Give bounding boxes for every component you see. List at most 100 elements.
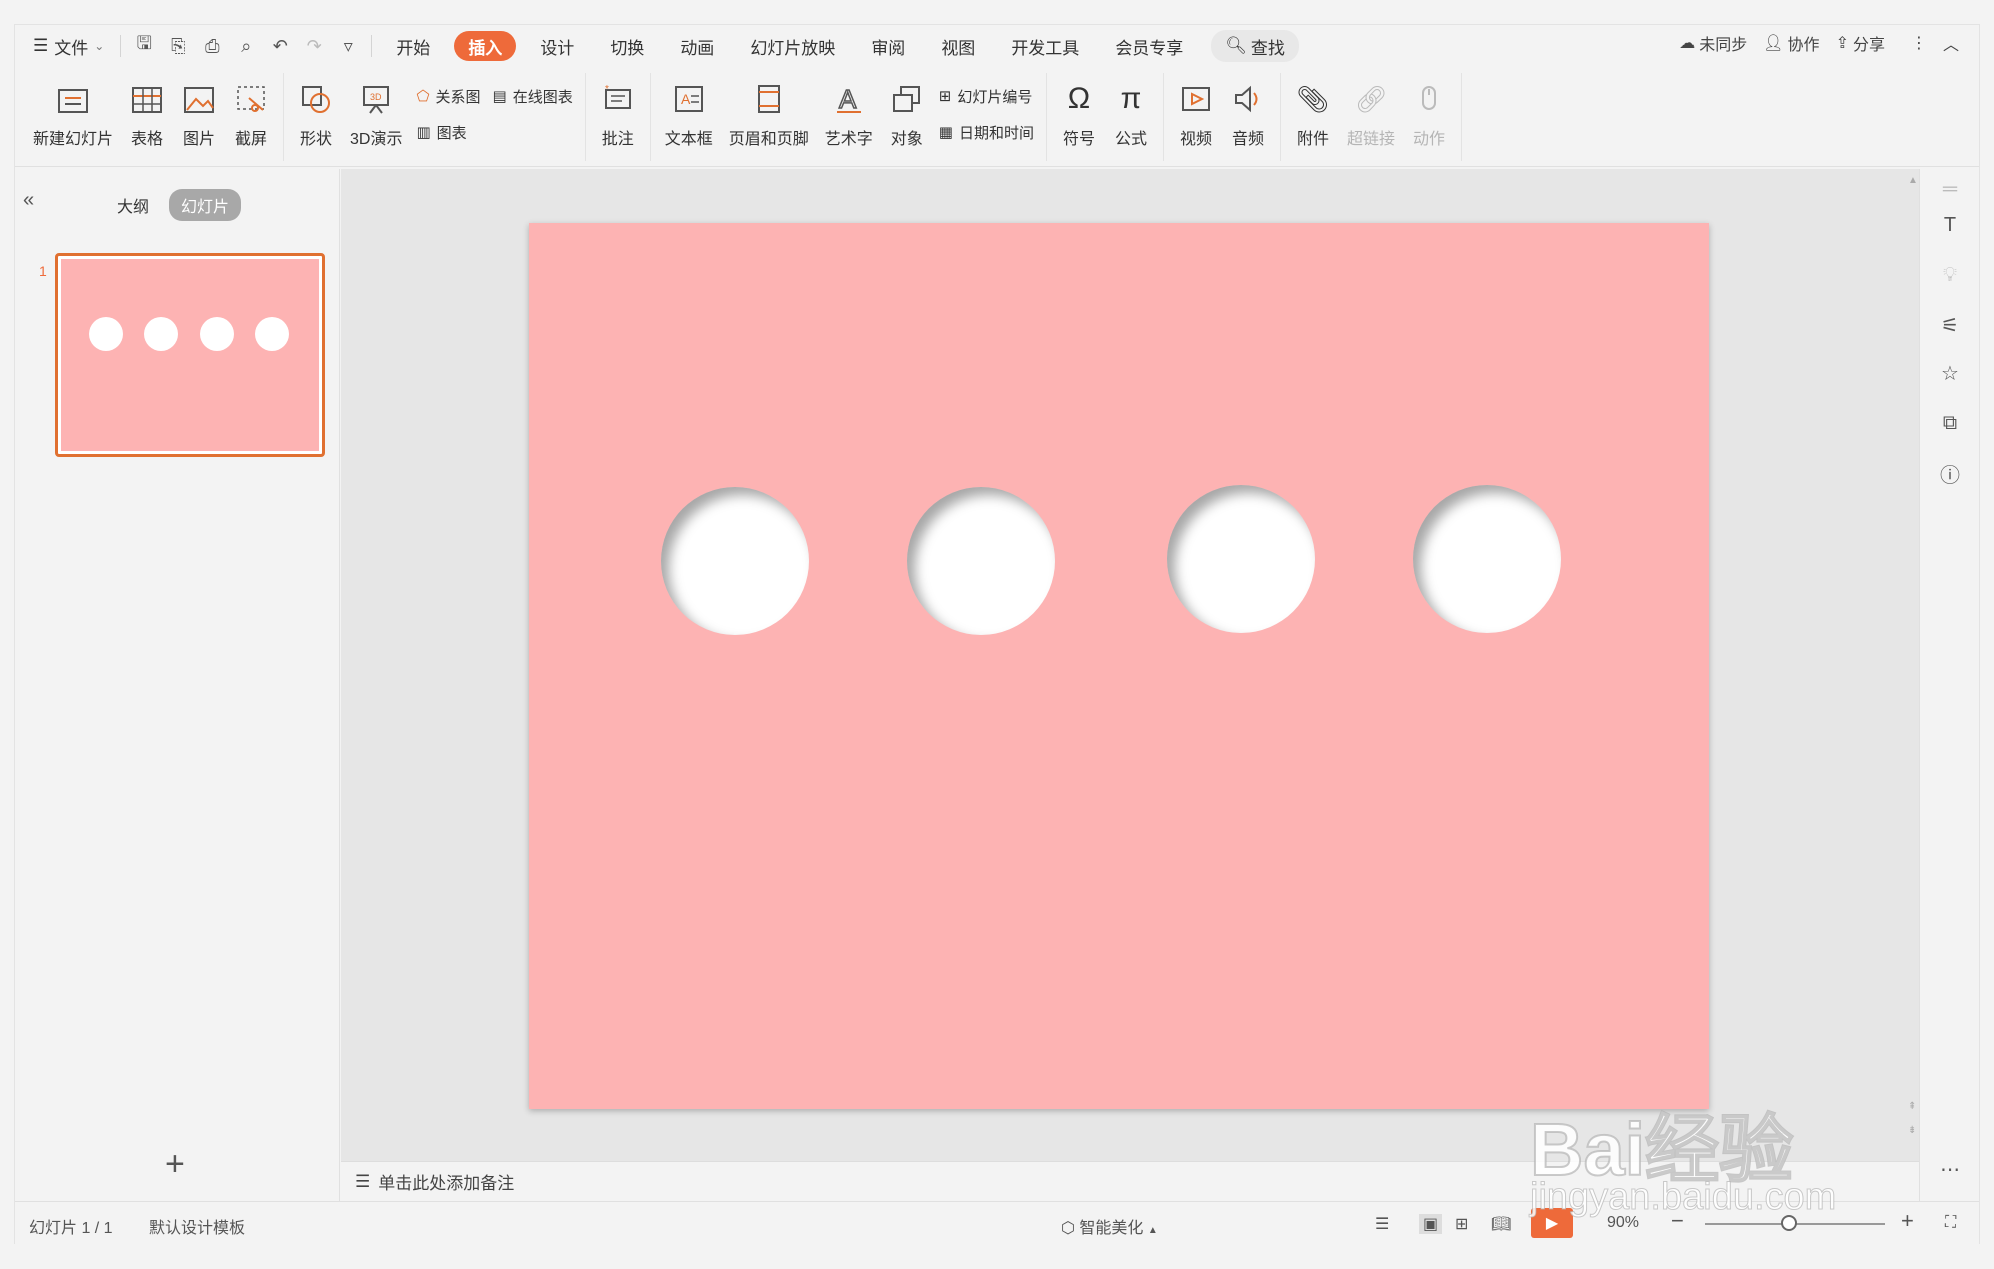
attachment-button[interactable]: 📎︎ 附件 bbox=[1287, 81, 1339, 149]
right-menu: ☁ 未同步 👤︎ 协作 ⇪ 分享 ⋮ ︿ bbox=[1679, 31, 1959, 55]
tab-review[interactable]: 审阅 bbox=[853, 31, 923, 61]
date-time-button[interactable]: ▦ 日期和时间 bbox=[939, 119, 1034, 145]
lightbulb-icon[interactable]: 💡︎ bbox=[1936, 261, 1964, 289]
add-slide-button[interactable]: + bbox=[165, 1145, 185, 1184]
tab-view[interactable]: 视图 bbox=[923, 31, 993, 61]
customize-toolbar-icon[interactable]: ▿ bbox=[331, 31, 365, 61]
tab-developer[interactable]: 开发工具 bbox=[993, 31, 1097, 61]
divider bbox=[371, 35, 373, 57]
scroll-up-icon[interactable]: ▲ bbox=[1908, 175, 1918, 186]
tab-animations[interactable]: 动画 bbox=[662, 31, 732, 61]
chevron-down-icon: ⌄ bbox=[94, 39, 105, 53]
new-slide-icon bbox=[55, 81, 91, 117]
star-pin-icon[interactable]: ☆ bbox=[1936, 359, 1964, 387]
tab-membership[interactable]: 会员专享 bbox=[1097, 31, 1201, 61]
more-menu-icon[interactable]: ⋮ bbox=[1911, 33, 1927, 53]
save-icon[interactable]: 🖫 bbox=[127, 31, 161, 61]
share-button[interactable]: ⇪ 分享 bbox=[1836, 31, 1885, 55]
table-label: 表格 bbox=[131, 131, 164, 148]
redo-icon[interactable]: ↷ bbox=[297, 31, 331, 61]
wordart-button[interactable]: A 艺术字 bbox=[817, 81, 881, 149]
action-label: 动作 bbox=[1413, 131, 1446, 148]
help-icon[interactable]: ⓘ bbox=[1936, 459, 1964, 487]
chart-button[interactable]: ▥ 图表 bbox=[416, 119, 480, 145]
slide-canvas[interactable] bbox=[529, 223, 1709, 1109]
comment-icon: * bbox=[600, 81, 636, 117]
text-format-icon[interactable]: T bbox=[1936, 211, 1964, 239]
divider bbox=[120, 35, 122, 57]
slide-number-button[interactable]: ⊞ 幻灯片编号 bbox=[939, 83, 1034, 109]
more-options-icon[interactable]: ⋯ bbox=[1936, 1155, 1964, 1183]
header-footer-button[interactable]: 页眉和页脚 bbox=[721, 81, 817, 149]
baidu-watermark: Bai经验 jingyan.baidu.com bbox=[1529, 1050, 1890, 1220]
print-preview-icon[interactable]: ⌕ bbox=[229, 31, 263, 61]
screenshot-button[interactable]: 截屏 bbox=[225, 81, 277, 149]
vertical-scrollbar[interactable]: ▲ ⇞ ⇟ bbox=[1903, 175, 1918, 1155]
tab-home[interactable]: 开始 bbox=[378, 31, 448, 61]
video-icon bbox=[1178, 81, 1214, 117]
3d-board-icon: 3D bbox=[358, 81, 394, 117]
tab-slideshow[interactable]: 幻灯片放映 bbox=[732, 31, 853, 61]
formula-button[interactable]: π 公式 bbox=[1105, 81, 1157, 149]
video-button[interactable]: 视频 bbox=[1170, 81, 1222, 149]
collab-button[interactable]: 👤︎ 协作 bbox=[1763, 31, 1819, 55]
tab-transitions[interactable]: 切换 bbox=[592, 31, 662, 61]
ribbon-group-shapes: 形状 3D 3D演示 ⬠ 关系图 ▥ 图表 ▤ 在线图表 bbox=[290, 73, 586, 161]
smart-beautify-button[interactable]: ⬡ 智能美化 ▲ bbox=[1061, 1214, 1158, 1238]
thumbnail-circle bbox=[200, 317, 234, 351]
tab-outline[interactable]: 大纲 bbox=[117, 193, 149, 217]
3d-demo-button[interactable]: 3D 3D演示 bbox=[342, 81, 410, 149]
file-menu[interactable]: ☰ 文件 ⌄ bbox=[15, 31, 114, 61]
shape-icon bbox=[298, 81, 334, 117]
online-chart-button[interactable]: ▤ 在线图表 bbox=[493, 83, 573, 109]
thumbnail-circle bbox=[89, 317, 123, 351]
template-name[interactable]: 默认设计模板 bbox=[149, 1214, 245, 1238]
sync-button[interactable]: ☁ 未同步 bbox=[1679, 31, 1747, 55]
audio-button[interactable]: 音频 bbox=[1222, 81, 1274, 149]
picture-icon bbox=[181, 81, 217, 117]
symbol-button[interactable]: Ω 符号 bbox=[1053, 81, 1105, 149]
print-icon[interactable]: ⎙ bbox=[195, 31, 229, 61]
comment-button[interactable]: * 批注 bbox=[592, 81, 644, 149]
circle-cutout[interactable] bbox=[907, 487, 1055, 635]
normal-view-icon[interactable]: ▣ bbox=[1419, 1214, 1443, 1234]
sliders-icon[interactable]: ⚟ bbox=[1936, 311, 1964, 339]
table-button[interactable]: 表格 bbox=[121, 81, 173, 149]
picture-button[interactable]: 图片 bbox=[173, 81, 225, 149]
slide-thumbnail[interactable] bbox=[55, 253, 325, 457]
slide-transition-icon[interactable]: ⧉ bbox=[1936, 409, 1964, 437]
new-slide-button[interactable]: 新建幻灯片 bbox=[25, 81, 121, 149]
tab-slides[interactable]: 幻灯片 bbox=[169, 189, 242, 221]
collapse-panel-icon[interactable]: « bbox=[23, 189, 34, 212]
online-chart-label: 在线图表 bbox=[512, 88, 573, 106]
slide-sorter-icon[interactable]: ⊞ bbox=[1455, 1214, 1468, 1234]
search-button[interactable]: 🔍︎ 查找 bbox=[1211, 30, 1299, 62]
textbox-button[interactable]: A 文本框 bbox=[657, 81, 721, 149]
reading-view-icon[interactable]: 📖︎ bbox=[1491, 1214, 1511, 1234]
next-slide-icon[interactable]: ⇟ bbox=[1908, 1125, 1916, 1136]
textbox-label: 文本框 bbox=[664, 131, 713, 148]
notes-toggle-icon[interactable]: ☰ bbox=[1375, 1214, 1389, 1234]
smartart-button[interactable]: ⬠ 关系图 bbox=[416, 83, 480, 109]
paperclip-icon: 📎︎ bbox=[1296, 83, 1330, 114]
object-icon bbox=[889, 81, 925, 117]
tab-design[interactable]: 设计 bbox=[522, 31, 592, 61]
circle-cutout[interactable] bbox=[1167, 485, 1315, 633]
wordart-icon: A bbox=[831, 81, 867, 117]
circle-cutout[interactable] bbox=[1413, 485, 1561, 633]
file-menu-label: 文件 bbox=[54, 38, 89, 58]
3d-demo-label: 3D演示 bbox=[350, 131, 403, 148]
undo-icon[interactable]: ↶ bbox=[263, 31, 297, 61]
object-button[interactable]: 对象 bbox=[881, 81, 933, 149]
shape-button[interactable]: 形状 bbox=[290, 81, 342, 149]
circle-cutout[interactable] bbox=[661, 487, 809, 635]
prev-slide-icon[interactable]: ⇞ bbox=[1908, 1101, 1916, 1112]
fit-window-icon[interactable]: ⛶ bbox=[1945, 1214, 1956, 1232]
hyperlink-button[interactable]: 🔗︎ 超链接 bbox=[1339, 81, 1403, 149]
action-button[interactable]: 动作 bbox=[1403, 81, 1455, 149]
tab-insert[interactable]: 插入 bbox=[454, 31, 517, 61]
zoom-in-button[interactable]: + bbox=[1901, 1208, 1914, 1234]
collapse-ribbon-icon[interactable]: ︿ bbox=[1943, 31, 1959, 55]
slide-number-icon: ⊞ bbox=[938, 88, 952, 105]
format-painter-icon[interactable]: ⎘ bbox=[161, 31, 195, 61]
